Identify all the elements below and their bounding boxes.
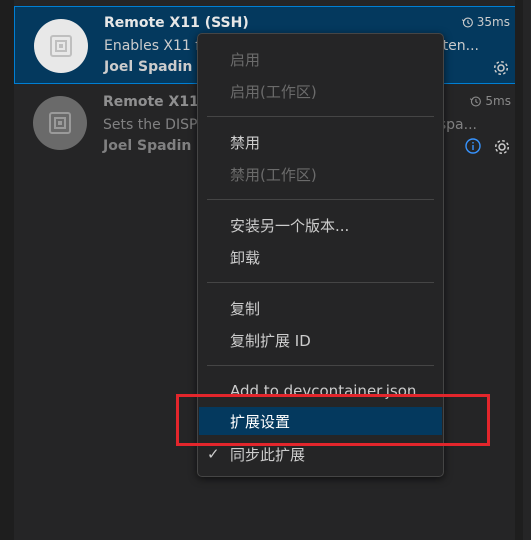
extension-author: Joel Spadin [103,138,192,154]
x11-logo-icon [33,96,87,150]
menu-item-label: 复制扩展 ID [230,331,311,350]
menu-item-enable[interactable]: 启用 [198,45,443,73]
extension-description: Sets the DISP [103,117,198,133]
menu-separator [207,116,434,117]
extension-title: Remote X11 (SSH) [104,15,249,31]
checkmark-icon: ✓ [207,445,220,463]
menu-item-label: 复制 [230,299,261,318]
menu-item-label: 安装另一个版本... [230,216,350,235]
info-icon[interactable] [465,138,481,154]
menu-separator [207,282,434,283]
menu-item-label: 启用 [230,50,261,69]
menu-item-copy-extension-id[interactable]: 复制扩展 ID [198,326,443,354]
gear-icon[interactable] [492,59,510,77]
menu-item-disable-workspace[interactable]: 禁用(工作区) [198,160,443,188]
extension-description: Enables X11 f [104,38,201,54]
menu-item-uninstall[interactable]: 卸载 [198,243,443,271]
activation-time: 35ms [461,15,510,29]
extension-author: Joel Spadin [104,59,193,75]
left-gutter [0,0,14,540]
x11-logo-icon [34,19,88,73]
menu-item-label: 禁用 [230,133,261,152]
menu-item-label: 禁用(工作区) [230,165,317,184]
menu-item-disable[interactable]: 禁用 [198,128,443,156]
scrollbar[interactable] [515,0,523,540]
menu-item-install-another-version[interactable]: 安装另一个版本... [198,211,443,239]
activation-time: 5ms [469,94,511,108]
history-icon [461,16,474,29]
highlight-annotation [176,394,490,446]
menu-separator [207,199,434,200]
menu-item-label: 同步此扩展 [230,445,306,464]
menu-item-copy[interactable]: 复制 [198,294,443,322]
activation-time-value: 35ms [476,15,510,29]
extension-title: Remote X11 [103,94,199,110]
gear-icon[interactable] [493,138,511,156]
activation-time-value: 5ms [485,94,511,108]
menu-separator [207,365,434,366]
history-icon [469,95,482,108]
menu-item-label: 卸载 [230,248,261,267]
menu-item-label: 启用(工作区) [230,82,317,101]
menu-item-enable-workspace[interactable]: 启用(工作区) [198,77,443,105]
